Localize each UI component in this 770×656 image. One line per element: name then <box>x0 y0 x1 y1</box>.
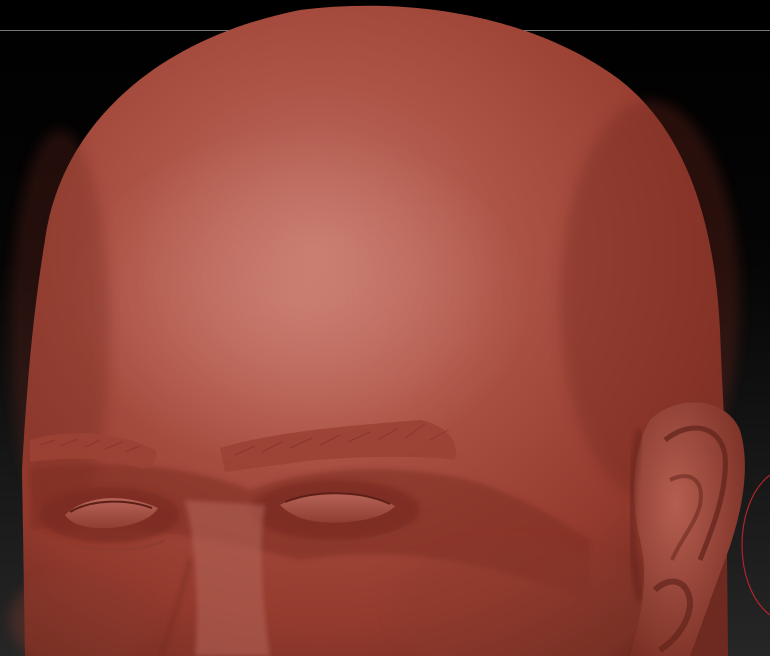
nose-bridge <box>185 500 270 656</box>
head-sculpt-mesh[interactable] <box>0 0 770 656</box>
sculpt-viewport[interactable] <box>0 0 770 656</box>
forehead-highlight <box>70 130 530 470</box>
brush-cursor-circle <box>741 474 770 616</box>
